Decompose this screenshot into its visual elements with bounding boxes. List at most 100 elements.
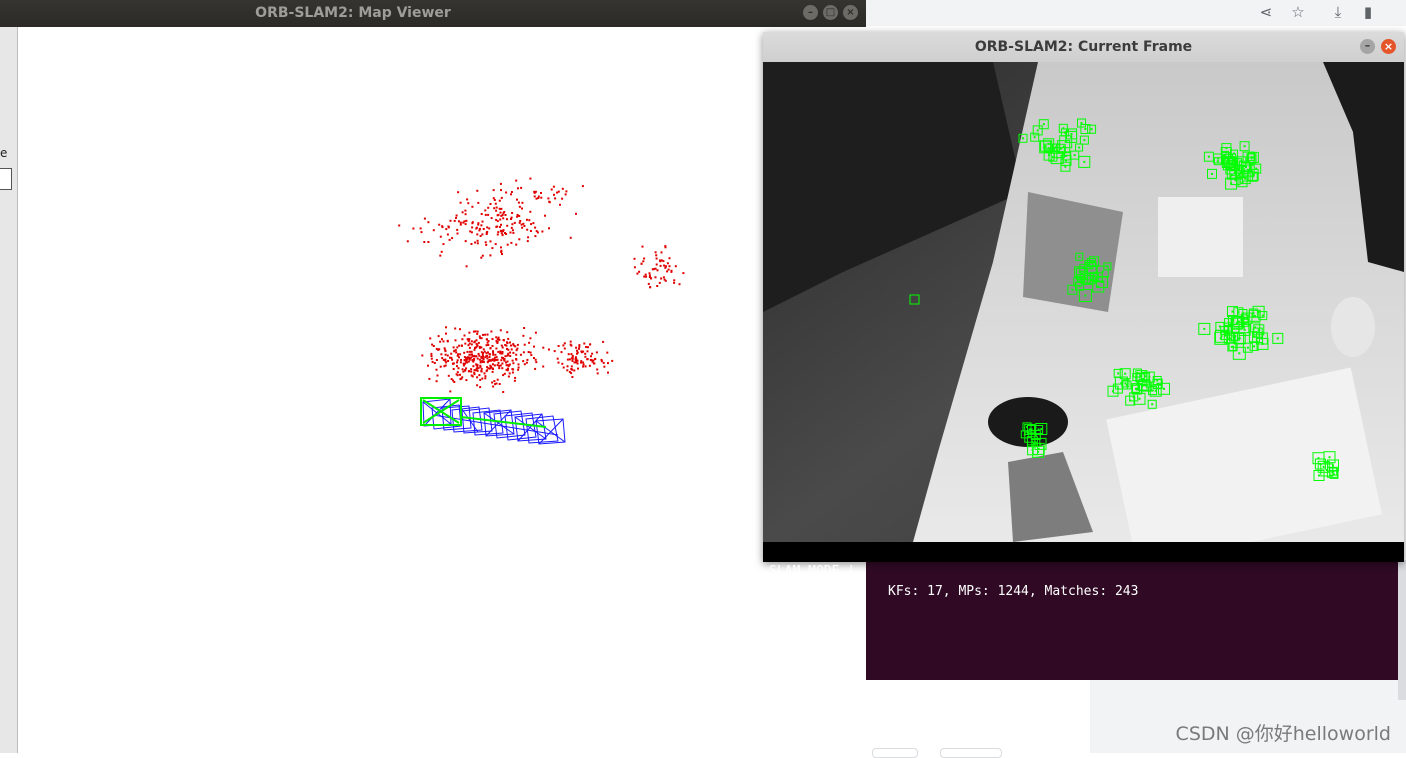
minimize-button[interactable]: – — [1360, 39, 1375, 54]
map-point — [503, 339, 505, 342]
map-point — [502, 391, 505, 393]
map-point — [535, 361, 538, 364]
map-point — [446, 354, 449, 357]
map-point — [600, 358, 603, 361]
map-point — [595, 351, 598, 354]
map-point — [452, 368, 455, 370]
map-point — [439, 365, 442, 368]
map-point — [483, 350, 486, 353]
map-point-cloud — [398, 177, 685, 445]
map-point — [527, 351, 530, 353]
map-point — [476, 365, 479, 368]
map-point — [596, 372, 599, 375]
map-point — [506, 331, 509, 334]
map-viewer-titlebar[interactable]: ORB-SLAM2: Map Viewer – □ × — [0, 0, 866, 27]
bottom-button[interactable] — [872, 748, 918, 758]
star-icon[interactable]: ☆ — [1286, 0, 1310, 24]
map-point — [484, 333, 487, 336]
map-point — [464, 213, 467, 216]
map-point — [523, 327, 526, 329]
map-point — [508, 363, 511, 366]
window-title: ORB-SLAM2: Current Frame — [974, 39, 1193, 55]
feature-center — [1135, 376, 1138, 379]
feature-center — [1318, 474, 1320, 477]
map-point — [641, 245, 644, 248]
map-point — [544, 214, 546, 217]
map-point — [461, 338, 464, 341]
maximize-button[interactable]: □ — [823, 5, 838, 20]
map-point — [465, 357, 468, 360]
map-point — [458, 344, 461, 347]
map-point — [485, 344, 488, 347]
map-point — [510, 218, 512, 220]
map-point — [584, 355, 587, 358]
map-point — [663, 278, 666, 281]
gamepad — [988, 397, 1068, 447]
map-point — [488, 227, 491, 230]
feature-center — [1071, 288, 1074, 291]
map-point — [561, 197, 564, 200]
map-point — [493, 364, 496, 367]
map-point — [529, 337, 532, 340]
download-icon[interactable]: ⤓ — [1326, 0, 1350, 24]
current-frame-titlebar[interactable]: ORB-SLAM2: Current Frame – × — [763, 32, 1404, 63]
feature-center — [1219, 337, 1222, 340]
camera-frame-drawing — [763, 62, 1404, 542]
menu-checkbox[interactable] — [0, 168, 12, 190]
map-point — [663, 264, 666, 267]
map-point — [498, 199, 501, 202]
map-point — [590, 359, 593, 362]
scrollbar[interactable] — [1398, 560, 1406, 700]
share-icon[interactable]: ⋖ — [1254, 0, 1278, 24]
bottom-button[interactable] — [940, 748, 1002, 758]
map-points — [398, 177, 685, 393]
extension-icon[interactable]: ▮ — [1356, 0, 1380, 24]
map-point — [438, 348, 441, 351]
close-button[interactable]: × — [1381, 39, 1396, 54]
feature-center — [1230, 182, 1233, 185]
map-point — [649, 286, 651, 289]
map-point — [497, 350, 500, 353]
map-point — [674, 265, 677, 268]
feature-center — [1163, 387, 1165, 390]
map-point — [493, 199, 496, 201]
map-point — [480, 351, 483, 354]
feature-center — [1064, 165, 1067, 168]
map-point — [506, 243, 509, 246]
map-point — [606, 351, 609, 354]
map-point — [509, 351, 512, 354]
viewer-menu-panel: e — [0, 27, 18, 753]
map-point — [478, 229, 481, 232]
map-point — [660, 277, 663, 280]
map-point — [577, 367, 579, 370]
feature-center — [1225, 147, 1228, 150]
map-point — [470, 368, 473, 371]
map-point — [478, 354, 481, 357]
map-point — [513, 221, 516, 224]
map-point — [589, 343, 592, 346]
map-point — [528, 219, 531, 222]
feature-center — [1256, 336, 1259, 339]
map-3d-canvas[interactable] — [18, 27, 866, 753]
map-point — [510, 344, 512, 347]
menu-label: e — [0, 146, 8, 160]
map-point — [495, 340, 498, 343]
map-point — [484, 209, 487, 212]
close-button[interactable]: × — [843, 5, 858, 20]
map-point — [571, 376, 574, 378]
terminal-window[interactable] — [866, 560, 1406, 680]
map-point — [512, 231, 515, 234]
map-point — [453, 219, 456, 222]
map-point — [562, 366, 565, 369]
map-point — [563, 347, 566, 350]
map-point — [562, 344, 565, 347]
map-point — [570, 357, 573, 360]
map-point — [459, 328, 461, 331]
feature-center — [1022, 137, 1024, 140]
minimize-button[interactable]: – — [803, 5, 818, 20]
map-point — [523, 225, 526, 227]
map-point — [478, 335, 481, 338]
map-point — [459, 221, 462, 224]
map-point — [529, 210, 532, 213]
map-point — [457, 220, 460, 223]
